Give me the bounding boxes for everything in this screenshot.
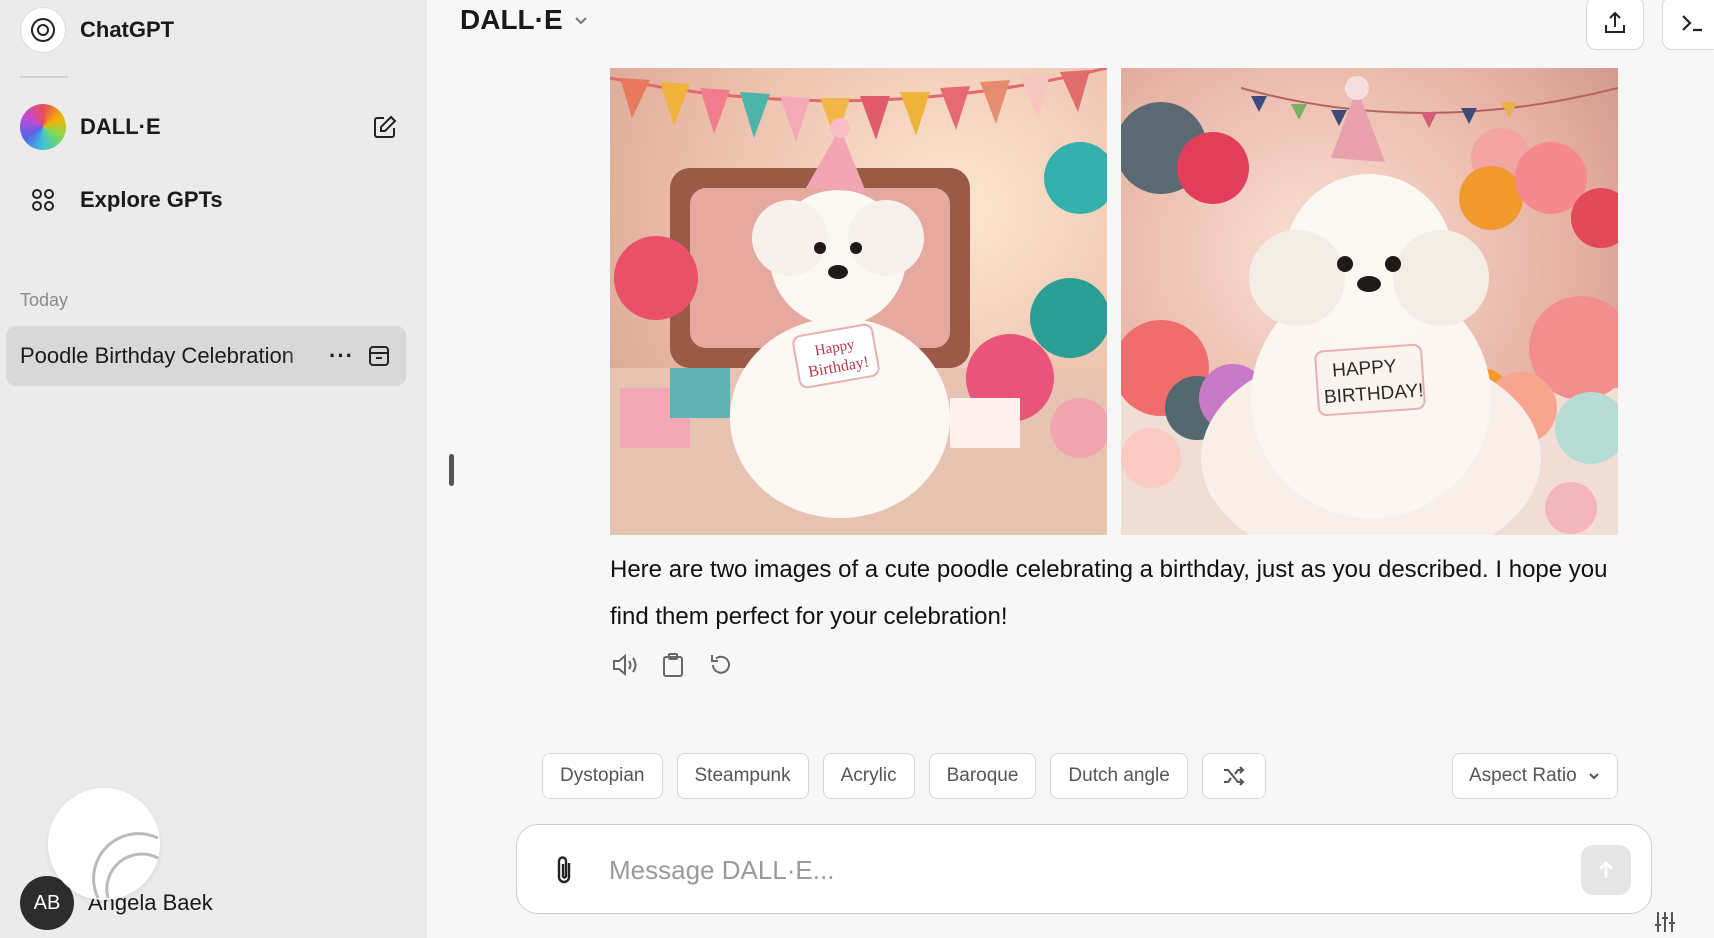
sidebar-resize-handle[interactable] [449, 454, 454, 486]
new-chat-button[interactable] [370, 112, 400, 142]
edit-icon [374, 115, 397, 138]
attach-button[interactable] [547, 853, 581, 887]
share-icon [1605, 11, 1625, 33]
model-selector[interactable]: DALL·E [460, 4, 589, 36]
read-aloud-button[interactable] [610, 650, 640, 680]
sidebar-item-explore-gpts[interactable]: Explore GPTs [20, 180, 223, 220]
clipboard-icon [663, 653, 683, 677]
chevron-down-icon [574, 17, 587, 25]
generated-image-1[interactable]: Happy Birthday! [610, 68, 1107, 535]
assistant-message: Here are two images of a cute poodle cel… [610, 556, 1608, 630]
chip-dutch-angle[interactable]: Dutch angle [1050, 753, 1188, 799]
regenerate-button[interactable] [706, 650, 736, 680]
shuffle-icon [1223, 766, 1245, 786]
copy-button[interactable] [658, 650, 688, 680]
screen-recorder-overlay [48, 788, 160, 900]
chat-title: Poodle Birthday Celebration [20, 343, 294, 368]
generated-image-2[interactable]: HAPPY BIRTHDAY! [1121, 68, 1618, 535]
terminal-button[interactable] [1662, 0, 1714, 50]
dalle-avatar [20, 104, 66, 150]
archive-button[interactable] [366, 343, 392, 369]
grid-icon [20, 180, 66, 220]
message-actions [610, 650, 736, 680]
more-options-button[interactable]: ··· [329, 343, 354, 369]
message-input[interactable] [609, 847, 1569, 893]
message-composer [516, 824, 1652, 914]
aspect-ratio-dropdown[interactable]: Aspect Ratio [1452, 753, 1618, 799]
chip-steampunk[interactable]: Steampunk [676, 753, 809, 799]
chatgpt-logo-icon [20, 7, 66, 53]
chevron-down-icon [1589, 773, 1599, 780]
model-label: DALL·E [460, 4, 563, 35]
chip-acrylic[interactable]: Acrylic [822, 753, 915, 799]
chip-baroque[interactable]: Baroque [928, 753, 1037, 799]
send-button[interactable] [1581, 845, 1631, 895]
speaker-icon [613, 653, 637, 677]
shuffle-button[interactable] [1201, 753, 1266, 799]
chip-dystopian[interactable]: Dystopian [542, 753, 663, 799]
sidebar-divider [20, 76, 68, 78]
share-button[interactable] [1586, 0, 1644, 50]
paperclip-icon [557, 856, 571, 884]
sidebar: ChatGPT DALL·E Explore GPTs Today Poodle… [0, 0, 427, 938]
settings-sliders-button[interactable] [1648, 906, 1682, 938]
refresh-icon [711, 655, 730, 674]
chat-history-item[interactable]: Poodle Birthday Celebration ··· [6, 326, 406, 386]
style-chips: Dystopian Steampunk Acrylic Baroque Dutc… [542, 753, 1266, 799]
aspect-ratio-label: Aspect Ratio [1469, 765, 1577, 786]
brand-row[interactable]: ChatGPT [20, 7, 175, 53]
sliders-icon [1655, 912, 1675, 932]
arrow-up-icon [1599, 861, 1613, 878]
sidebar-item-dalle[interactable]: DALL·E [20, 104, 400, 150]
section-label-today: Today [20, 290, 69, 310]
sidebar-item-label: DALL·E [80, 114, 161, 139]
archive-icon [369, 346, 389, 366]
terminal-icon [1682, 15, 1702, 32]
sidebar-item-label: Explore GPTs [80, 187, 223, 212]
brand-name: ChatGPT [80, 17, 175, 42]
